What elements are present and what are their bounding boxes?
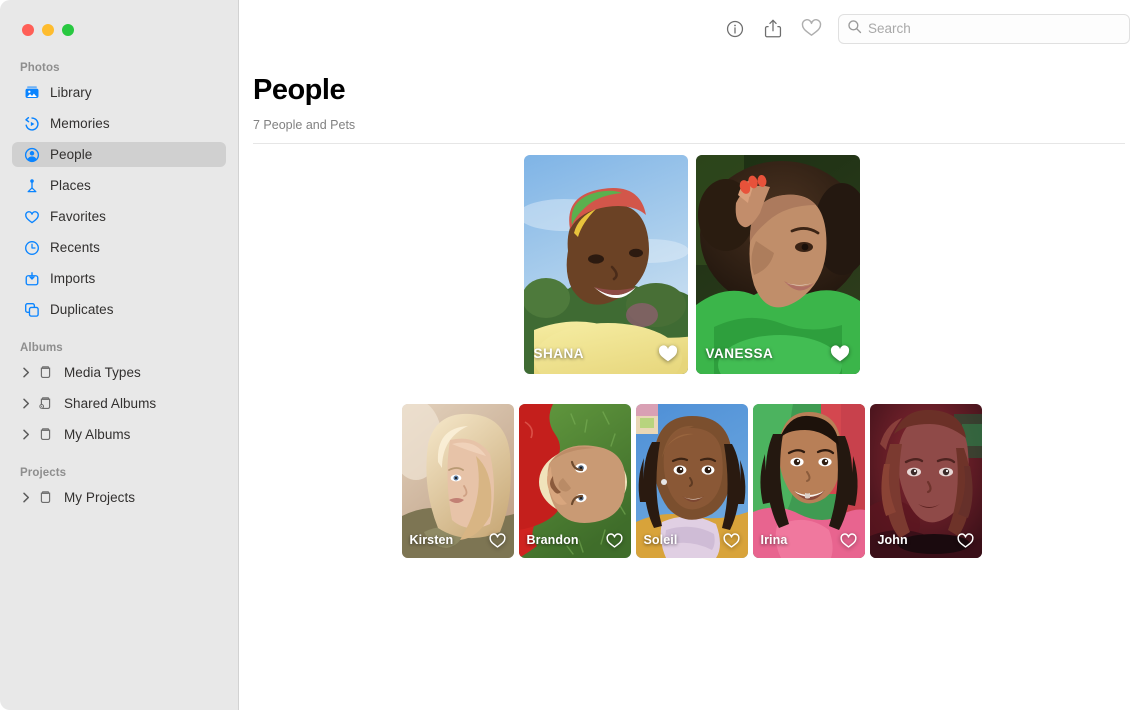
chevron-right-icon[interactable] [18, 398, 34, 409]
sidebar-item-my-albums[interactable]: My Albums [12, 422, 226, 447]
sidebar-item-label: Duplicates [50, 302, 114, 317]
page-subtitle: 7 People and Pets [253, 118, 1144, 132]
share-icon [763, 18, 783, 39]
people-grid: SHANA [239, 144, 1144, 558]
import-icon [22, 269, 41, 288]
person-name: Brandon [527, 533, 579, 547]
sidebar-item-label: My Projects [64, 490, 135, 505]
sidebar-item-my-projects[interactable]: My Projects [12, 485, 226, 510]
sidebar-item-library[interactable]: Library [12, 80, 226, 105]
album-icon [36, 363, 55, 382]
memories-icon [22, 114, 41, 133]
person-name: VANESSA [706, 346, 774, 361]
person-card[interactable]: John [870, 404, 982, 558]
favorite-heart-icon[interactable] [723, 533, 740, 549]
content-header: People 7 People and Pets [239, 57, 1144, 132]
favorite-heart-icon[interactable] [957, 533, 974, 549]
featured-people-row: SHANA [239, 155, 1144, 374]
person-photo [696, 155, 860, 374]
search-field[interactable] [838, 14, 1130, 44]
sidebar-item-label: Media Types [64, 365, 141, 380]
library-icon [22, 83, 41, 102]
person-name: John [878, 533, 908, 547]
sidebar-albums-list: Media Types Shared Albums [0, 360, 238, 447]
favorite-heart-icon[interactable] [489, 533, 506, 549]
places-icon [22, 176, 41, 195]
main-content: People 7 People and Pets [239, 0, 1144, 710]
sidebar-item-people[interactable]: People [12, 142, 226, 167]
window-controls [0, 0, 238, 36]
sidebar-section-projects-label: Projects [0, 467, 238, 479]
sidebar-item-places[interactable]: Places [12, 173, 226, 198]
sidebar-section-photos-label: Photos [0, 62, 238, 74]
person-card[interactable]: Irina [753, 404, 865, 558]
search-icon [847, 19, 862, 39]
person-card[interactable]: Brandon [519, 404, 631, 558]
maximize-window-button[interactable] [62, 24, 74, 36]
chevron-right-icon[interactable] [18, 492, 34, 503]
sidebar-item-duplicates[interactable]: Duplicates [12, 297, 226, 322]
clock-icon [22, 238, 41, 257]
sidebar-item-label: Shared Albums [64, 396, 156, 411]
person-card[interactable]: Soleil [636, 404, 748, 558]
toolbar [239, 0, 1144, 57]
sidebar-item-label: Favorites [50, 209, 106, 224]
shared-album-icon [36, 394, 55, 413]
sidebar-item-label: Memories [50, 116, 110, 131]
favorite-heart-icon[interactable] [830, 345, 850, 363]
page-title: People [253, 73, 1144, 107]
favorite-button[interactable] [792, 12, 830, 46]
heart-outline-icon [801, 19, 822, 38]
chevron-right-icon[interactable] [18, 429, 34, 440]
close-window-button[interactable] [22, 24, 34, 36]
share-button[interactable] [754, 12, 792, 46]
sidebar-item-media-types[interactable]: Media Types [12, 360, 226, 385]
person-photo [524, 155, 688, 374]
person-name: SHANA [534, 346, 585, 361]
chevron-right-icon[interactable] [18, 367, 34, 378]
sidebar-item-recents[interactable]: Recents [12, 235, 226, 260]
sidebar-item-label: Recents [50, 240, 100, 255]
person-card[interactable]: VANESSA [696, 155, 860, 374]
heart-icon [22, 207, 41, 226]
person-card[interactable]: SHANA [524, 155, 688, 374]
person-card[interactable]: Kirsten [402, 404, 514, 558]
photos-window: Photos Library [0, 0, 1144, 710]
person-name: Kirsten [410, 533, 454, 547]
sidebar-item-imports[interactable]: Imports [12, 266, 226, 291]
sidebar-item-shared-albums[interactable]: Shared Albums [12, 391, 226, 416]
sidebar-photos-list: Library Memories [0, 80, 238, 322]
people-icon [22, 145, 41, 164]
person-name: Soleil [644, 533, 678, 547]
sidebar-item-label: Places [50, 178, 91, 193]
album-icon [36, 488, 55, 507]
info-button[interactable] [716, 12, 754, 46]
sidebar-item-label: Library [50, 85, 92, 100]
sidebar: Photos Library [0, 0, 239, 710]
search-input[interactable] [868, 21, 1121, 36]
favorite-heart-icon[interactable] [840, 533, 857, 549]
favorite-heart-icon[interactable] [658, 345, 678, 363]
favorite-heart-icon[interactable] [606, 533, 623, 549]
sidebar-item-favorites[interactable]: Favorites [12, 204, 226, 229]
sidebar-section-albums-label: Albums [0, 342, 238, 354]
duplicates-icon [22, 300, 41, 319]
person-name: Irina [761, 533, 788, 547]
sidebar-projects-list: My Projects [0, 485, 238, 510]
sidebar-item-label: People [50, 147, 92, 162]
album-icon [36, 425, 55, 444]
minimize-window-button[interactable] [42, 24, 54, 36]
sidebar-item-label: My Albums [64, 427, 130, 442]
other-people-row: Kirsten [239, 404, 1144, 558]
info-icon [725, 19, 745, 39]
sidebar-item-memories[interactable]: Memories [12, 111, 226, 136]
sidebar-item-label: Imports [50, 271, 95, 286]
